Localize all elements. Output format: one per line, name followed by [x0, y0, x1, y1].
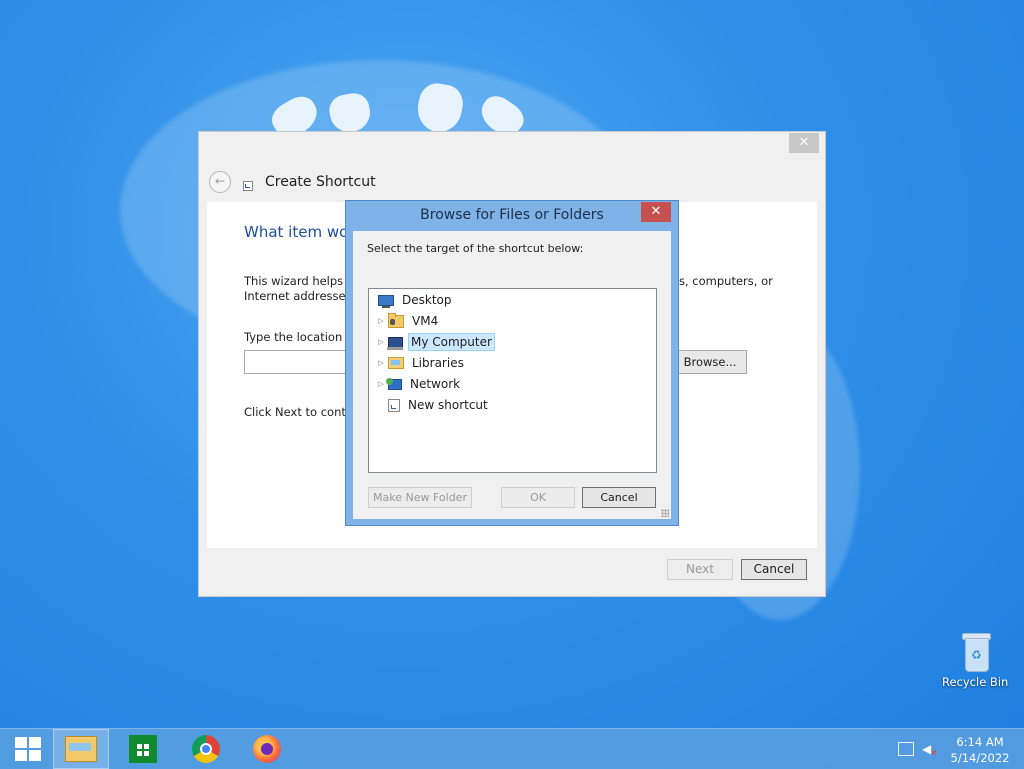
desktop-icon	[378, 295, 394, 308]
recycle-bin-shortcut[interactable]: ♻ Recycle Bin	[942, 630, 1008, 689]
make-new-folder-button[interactable]: Make New Folder	[368, 487, 472, 508]
browse-instruction: Select the target of the shortcut below:	[367, 242, 584, 255]
taskbar-firefox[interactable]	[239, 729, 295, 769]
network-icon	[386, 377, 402, 390]
expand-icon[interactable]: ▷	[376, 359, 386, 367]
folder-tree[interactable]: Desktop ▷ VM4 ▷ My Computer ▷ Libraries …	[368, 288, 657, 473]
tree-item-label: VM4	[412, 314, 439, 328]
back-button[interactable]: ←	[209, 171, 231, 193]
chrome-icon	[192, 735, 220, 763]
tree-item-network[interactable]: ▷ Network	[376, 374, 463, 394]
wizard-header: ← Create Shortcut	[209, 170, 376, 194]
browse-dialog: Browse for Files or Folders ✕ Select the…	[345, 200, 679, 526]
clock-time: 6:14 AM	[956, 735, 1004, 749]
windows-logo-icon	[15, 737, 41, 761]
close-icon: ✕	[798, 135, 810, 150]
shortcut-icon	[388, 398, 400, 412]
wizard-intro-line1-right: s, computers, or	[679, 274, 773, 288]
start-button[interactable]	[0, 729, 56, 769]
resize-grip-icon[interactable]	[661, 509, 669, 517]
volume-tray[interactable]: ◀ ✕	[922, 729, 938, 769]
browse-cancel-button[interactable]: Cancel	[582, 487, 656, 508]
browse-dialog-body: Select the target of the shortcut below:…	[353, 231, 671, 519]
click-next-text: Click Next to contin	[244, 405, 357, 419]
close-icon: ✕	[650, 204, 662, 219]
recycle-bin-icon: ♻	[961, 630, 991, 672]
ok-button[interactable]: OK	[501, 487, 575, 508]
expand-icon[interactable]: ▷	[376, 380, 386, 388]
tree-item-new-shortcut[interactable]: New shortcut	[388, 395, 491, 415]
recycle-bin-label: Recycle Bin	[942, 675, 1009, 689]
network-tray[interactable]	[898, 729, 914, 769]
close-button[interactable]: ✕	[789, 133, 819, 153]
clock-date: 5/14/2022	[950, 751, 1010, 765]
tree-item-label: Libraries	[412, 356, 464, 370]
next-button[interactable]: Next	[667, 559, 733, 580]
tree-item-my-computer[interactable]: ▷ My Computer	[376, 332, 495, 352]
tree-item-label: New shortcut	[408, 398, 488, 412]
tree-item-label: Network	[410, 377, 461, 391]
file-explorer-icon	[65, 736, 97, 762]
tree-item-vm4[interactable]: ▷ VM4	[376, 311, 441, 331]
tree-item-label: My Computer	[408, 333, 495, 351]
tree-item-label: Desktop	[402, 293, 452, 307]
wizard-title: Create Shortcut	[265, 174, 376, 190]
shortcut-icon	[243, 181, 253, 191]
tree-item-desktop[interactable]: Desktop	[378, 290, 455, 310]
browse-button[interactable]: Browse...	[673, 350, 747, 374]
expand-icon[interactable]: ▷	[376, 338, 386, 346]
cancel-button[interactable]: Cancel	[741, 559, 807, 580]
clock[interactable]: 6:14 AM 5/14/2022	[944, 734, 1016, 766]
back-arrow-icon: ←	[214, 174, 226, 188]
taskbar: ◀ ✕ 6:14 AM 5/14/2022	[0, 728, 1024, 769]
expand-icon[interactable]: ▷	[376, 317, 386, 325]
firefox-icon	[253, 735, 281, 763]
user-folder-icon	[388, 312, 404, 328]
taskbar-store[interactable]	[115, 729, 171, 769]
location-label: Type the location o	[244, 330, 353, 344]
store-icon	[129, 735, 157, 763]
tree-item-libraries[interactable]: ▷ Libraries	[376, 353, 467, 373]
browse-dialog-title: Browse for Files or Folders	[420, 207, 604, 223]
browse-close-button[interactable]: ✕	[641, 202, 671, 222]
wizard-question: What item wou	[244, 223, 358, 241]
libraries-icon	[388, 357, 404, 369]
computer-icon	[387, 336, 403, 350]
network-status-icon	[898, 742, 914, 756]
taskbar-file-explorer[interactable]	[53, 729, 109, 769]
taskbar-chrome[interactable]	[178, 729, 234, 769]
volume-muted-icon: ◀ ✕	[922, 742, 938, 759]
wizard-intro-line1-left: This wizard helps y	[244, 274, 354, 288]
